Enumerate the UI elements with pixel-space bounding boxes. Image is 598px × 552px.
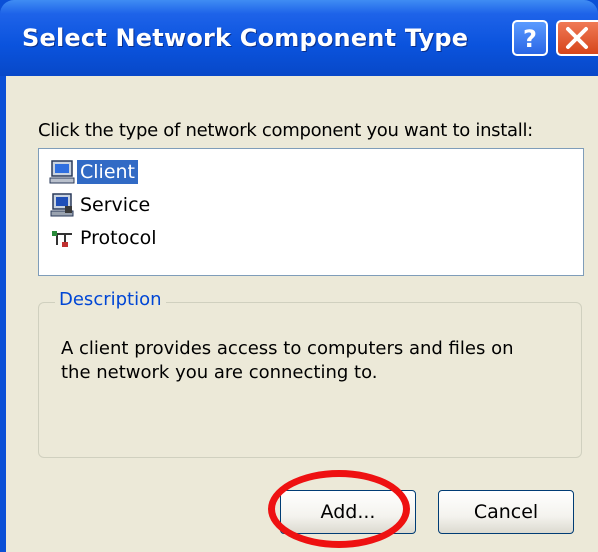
title-bar[interactable]: Select Network Component Type ?: [0, 0, 598, 76]
dialog-body: Click the type of network component you …: [6, 76, 598, 552]
list-item-protocol[interactable]: Protocol: [49, 223, 160, 253]
component-type-list[interactable]: Client Service Protocol: [38, 148, 584, 276]
list-item-label: Service: [80, 194, 151, 216]
description-text: A client provides access to computers an…: [61, 338, 514, 383]
list-item-label: Protocol: [80, 227, 157, 249]
close-button[interactable]: [556, 20, 598, 56]
protocol-icon: [49, 225, 75, 251]
list-item-client[interactable]: Client: [49, 157, 139, 187]
list-item-service[interactable]: Service: [49, 190, 153, 220]
list-item-label: Client: [77, 160, 139, 184]
question-mark-icon: ?: [523, 25, 537, 53]
add-button[interactable]: Add...: [280, 490, 416, 534]
description-title: Description: [55, 289, 166, 310]
service-computer-icon: [49, 192, 75, 218]
description-group: Description A client provides access to …: [38, 289, 582, 458]
dialog-title: Select Network Component Type: [22, 24, 469, 52]
cancel-button[interactable]: Cancel: [438, 490, 574, 534]
close-icon: [566, 27, 588, 49]
client-computer-icon: [49, 159, 75, 185]
dialog-window: Select Network Component Type ? Click th…: [0, 0, 598, 552]
help-button[interactable]: ?: [512, 20, 548, 56]
svg-text:?: ?: [523, 25, 537, 53]
instruction-label: Click the type of network component you …: [38, 120, 533, 141]
